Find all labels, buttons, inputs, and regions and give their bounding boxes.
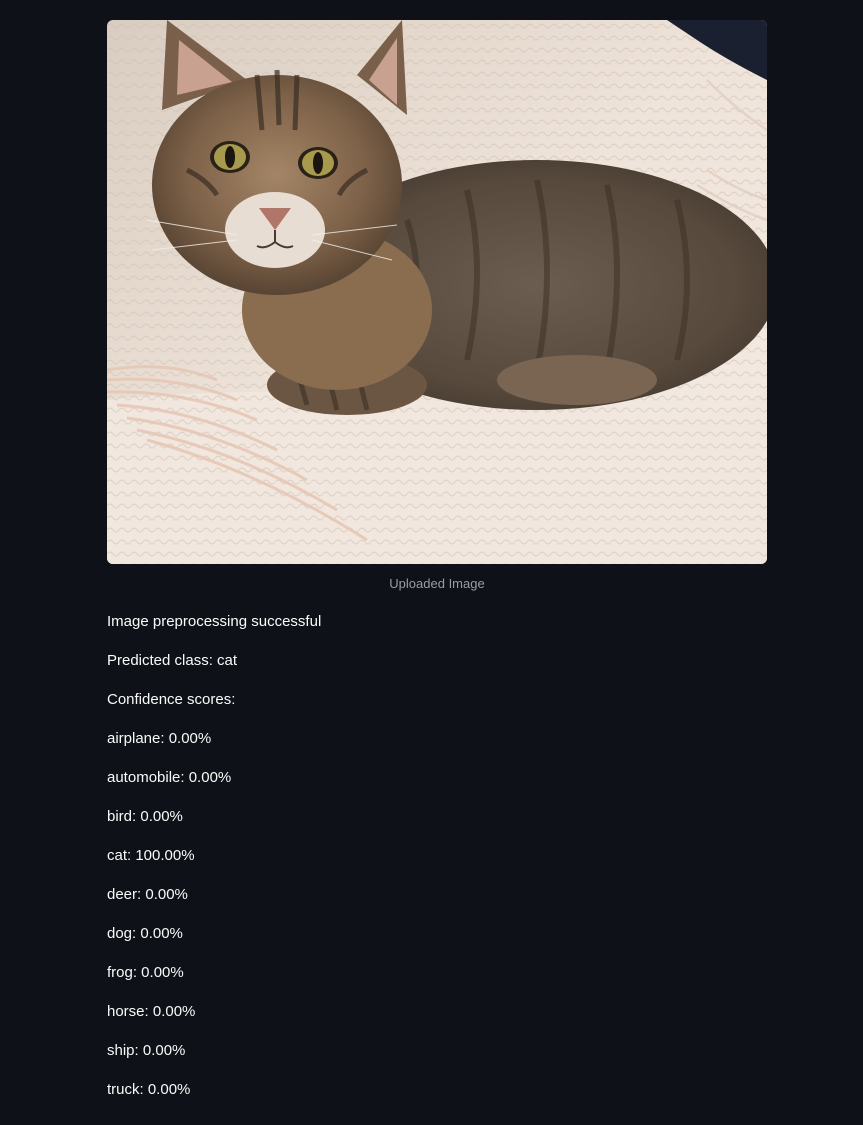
image-caption: Uploaded Image	[389, 576, 485, 591]
confidence-item-frog: frog: 0.00%	[107, 964, 184, 981]
app-main: Uploaded Image Image preprocessing succe…	[0, 0, 863, 1125]
confidence-item-cat: cat: 100.00%	[107, 847, 195, 864]
uploaded-image	[107, 20, 767, 564]
confidence-item-horse: horse: 0.00%	[107, 1003, 196, 1020]
confidence-item-automobile: automobile: 0.00%	[107, 769, 232, 786]
confidence-item-truck: truck: 0.00%	[107, 1081, 191, 1098]
results-section: Image preprocessing successful Predicted…	[107, 611, 767, 1118]
predicted-class: Predicted class: cat	[107, 652, 238, 669]
uploaded-image-block: Uploaded Image	[107, 20, 767, 591]
confidence-item-dog: dog: 0.00%	[107, 925, 183, 942]
confidence-item-ship: ship: 0.00%	[107, 1042, 186, 1059]
confidence-item-deer: deer: 0.00%	[107, 886, 188, 903]
kitten-photo	[107, 20, 767, 564]
status-message: Image preprocessing successful	[107, 613, 322, 630]
confidence-item-bird: bird: 0.00%	[107, 808, 183, 825]
confidence-item-airplane: airplane: 0.00%	[107, 730, 212, 747]
confidence-heading: Confidence scores:	[107, 691, 236, 708]
